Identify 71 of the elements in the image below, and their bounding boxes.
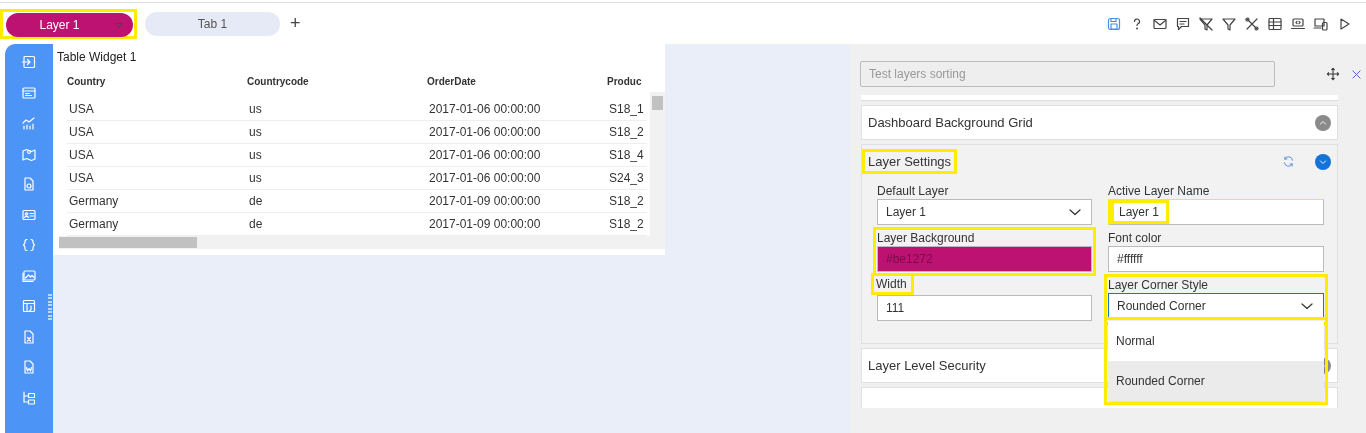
table-cell: USA [67, 144, 247, 167]
table-cell: us [247, 98, 427, 121]
layer-dropdown[interactable]: Layer 1 [6, 13, 133, 37]
table-cell: USA [67, 98, 247, 121]
add-tab-button[interactable]: + [288, 13, 303, 34]
chevron-down-icon[interactable] [1315, 153, 1331, 170]
table-cell: S18_2 [607, 121, 647, 144]
close-icon[interactable] [1350, 67, 1363, 81]
table-cell: 2017-01-09 00:00:00 [427, 190, 607, 213]
table-cell: S18_2 [607, 190, 647, 213]
braces-icon[interactable] [21, 237, 37, 253]
refresh-icon[interactable] [1282, 155, 1295, 168]
table-cell: S24_3 [607, 167, 647, 190]
table-cell: S18_1 [607, 98, 647, 121]
field-label: Width [871, 273, 914, 295]
field-label: Active Layer Name [1108, 184, 1210, 198]
column-header[interactable]: OrderDate [427, 74, 607, 98]
dropdown-option[interactable]: Normal [1108, 321, 1324, 361]
excel-file-icon[interactable] [21, 328, 37, 345]
enter-icon[interactable] [21, 54, 37, 70]
comment-icon[interactable] [1175, 15, 1191, 32]
horizontal-scrollbar[interactable] [59, 236, 665, 249]
vertical-scrollbar[interactable] [650, 92, 665, 236]
field-label: Layer Corner Style [1108, 278, 1209, 292]
column-header[interactable]: Country [67, 74, 247, 98]
dropdown-field[interactable]: Layer 1 [877, 199, 1092, 225]
field-label: Default Layer [877, 184, 949, 198]
chart-icon[interactable] [21, 115, 37, 131]
tools-icon[interactable] [1244, 15, 1260, 32]
table-cell: 2017-01-06 00:00:00 [427, 121, 607, 144]
resize-handle[interactable] [48, 294, 52, 322]
section-title[interactable]: Layer Settings [862, 149, 958, 174]
document-icon[interactable] [21, 176, 37, 192]
table-icon[interactable] [1267, 15, 1283, 32]
table-cell: us [247, 167, 427, 190]
table-cell: de [247, 190, 427, 213]
tab[interactable]: Tab 1 [145, 11, 280, 36]
section-title[interactable]: Dashboard Background Grid [868, 114, 1033, 131]
image-icon[interactable] [21, 267, 37, 284]
table-cell: USA [67, 167, 247, 190]
text-field[interactable]: 111 [877, 295, 1092, 321]
save-icon[interactable] [1106, 15, 1122, 32]
field-label: Layer Background [877, 231, 975, 245]
move-icon[interactable] [1326, 67, 1340, 81]
chevron-up-icon[interactable] [1315, 114, 1331, 131]
filter-off-icon[interactable] [1198, 15, 1214, 32]
table-cell: 2017-01-06 00:00:00 [427, 98, 607, 121]
word-file-icon[interactable] [21, 359, 37, 375]
table-cell: us [247, 144, 427, 167]
text-field[interactable]: #ffffff [1108, 246, 1324, 272]
widget-title: Table Widget 1 [57, 50, 138, 64]
table-cell: 2017-01-06 00:00:00 [427, 144, 607, 167]
window-icon[interactable] [21, 298, 37, 314]
section-title[interactable]: Layer Level Security [868, 357, 986, 374]
table-cell: S18_4 [607, 144, 647, 167]
devices-icon[interactable] [1313, 15, 1329, 32]
text-field[interactable]: Layer 1 [1108, 199, 1324, 225]
tree-icon[interactable] [21, 389, 37, 406]
table-cell: Germany [67, 190, 247, 213]
column-header[interactable]: Countrycode [247, 74, 427, 98]
search-field[interactable]: Test layers sorting [860, 61, 1275, 87]
dropdown-field[interactable]: Rounded Corner [1108, 293, 1324, 319]
filter-icon[interactable] [1221, 15, 1237, 32]
column-header[interactable]: Produc [607, 74, 647, 98]
table-cell: 2017-01-06 00:00:00 [427, 167, 607, 190]
card-icon[interactable] [21, 84, 37, 101]
field-label: Font color [1108, 231, 1162, 245]
dropdown-option[interactable]: Rounded Corner [1108, 361, 1324, 401]
table-cell: us [247, 121, 427, 144]
laptop-icon[interactable] [1290, 15, 1306, 32]
table-cell: USA [67, 121, 247, 144]
